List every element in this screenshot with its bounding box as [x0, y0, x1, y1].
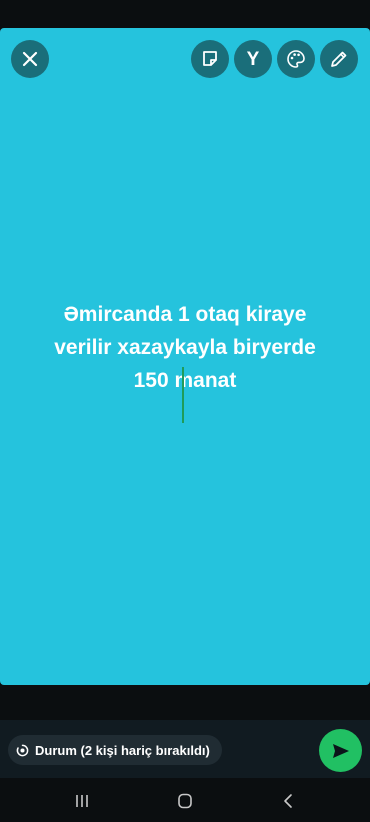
palette-icon [287, 50, 305, 68]
send-icon [332, 743, 349, 758]
sticker-button[interactable] [191, 40, 229, 78]
status-ring-icon [16, 744, 29, 756]
sticker-icon [203, 51, 217, 66]
home-icon [178, 793, 192, 809]
recents-button[interactable] [70, 792, 94, 810]
home-button[interactable] [173, 792, 197, 810]
back-button[interactable] [277, 792, 301, 810]
text-cursor [182, 367, 184, 423]
send-button[interactable] [319, 729, 362, 772]
status-text[interactable]: Əmircanda 1 otaq kiraye verilir xazaykay… [20, 298, 350, 397]
text-style-icon: Y [246, 48, 260, 70]
background-color-button[interactable] [277, 40, 315, 78]
audience-selector[interactable]: Durum (2 kişi hariç bırakıldı) [8, 735, 222, 765]
text-style-button[interactable]: Y [234, 40, 272, 78]
back-icon [284, 794, 292, 808]
close-icon [22, 51, 38, 67]
close-button[interactable] [11, 40, 49, 78]
status-bar-area [0, 0, 370, 28]
audience-label: Durum (2 kişi hariç bırakıldı) [35, 742, 210, 758]
draw-button[interactable] [320, 40, 358, 78]
pencil-icon [331, 51, 347, 67]
recents-icon [76, 795, 88, 807]
